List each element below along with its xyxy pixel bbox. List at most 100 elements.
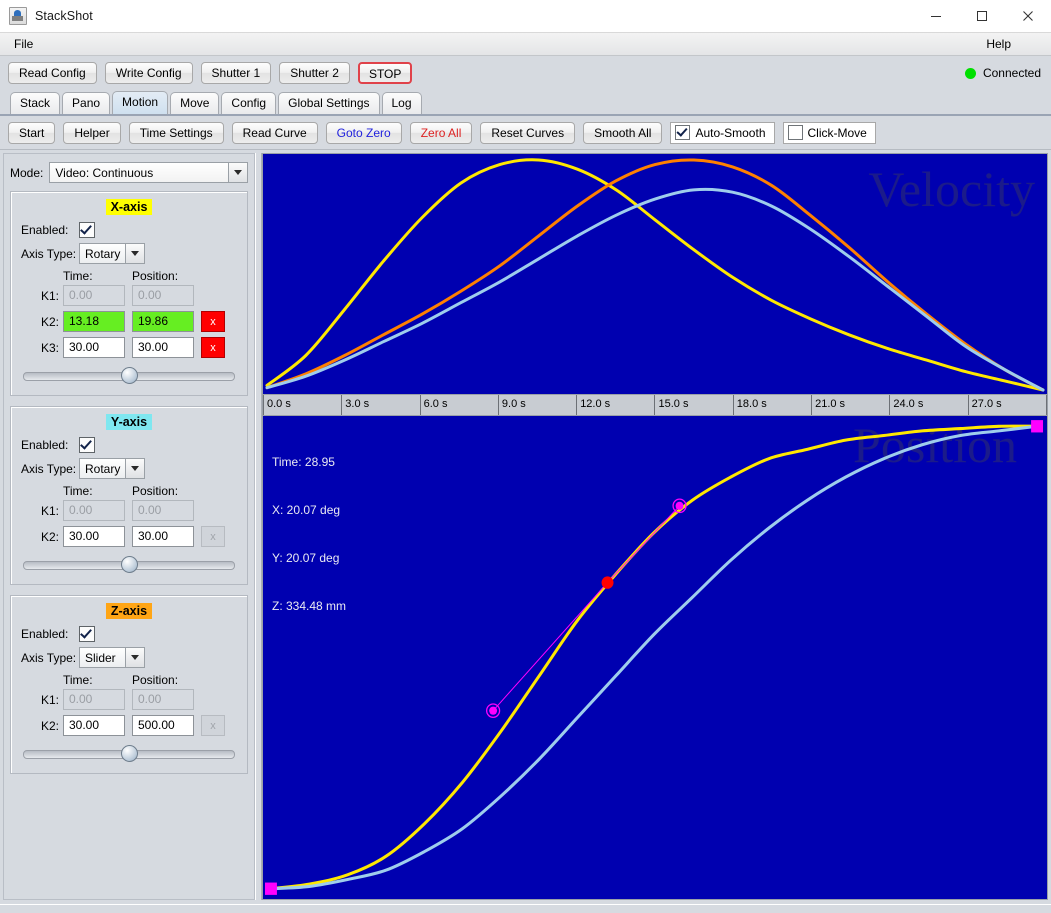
delete-keypoint-button[interactable]: x xyxy=(201,311,225,332)
keypoint-row: K2: 30.00 30.00 x xyxy=(21,526,237,547)
zero-all-button[interactable]: Zero All xyxy=(409,121,473,144)
smooth-all-button[interactable]: Smooth All xyxy=(583,121,663,144)
write-config-button[interactable]: Write Config xyxy=(104,62,193,84)
time-tick: 21.0 s xyxy=(812,395,891,415)
status-badge: Connected xyxy=(982,66,1041,80)
axis-type-select[interactable]: Rotary xyxy=(79,243,145,264)
keypoint-time-field[interactable]: 30.00 xyxy=(63,337,125,358)
keypoint-label: K2: xyxy=(40,718,59,733)
delete-keypoint-button[interactable]: x xyxy=(201,526,225,547)
maximize-icon[interactable] xyxy=(959,0,1005,32)
start-endpoint[interactable] xyxy=(264,882,277,895)
keypoint-position-field[interactable]: 0.00 xyxy=(132,285,194,306)
main-content: Mode: Video: Continuous X-axis Enabled: Ax… xyxy=(0,150,1051,904)
time-column-header: Time: xyxy=(63,484,93,498)
slider-thumb[interactable] xyxy=(121,745,138,762)
shutter-1-button[interactable]: Shutter 1 xyxy=(200,62,272,84)
main-toolbar: Read Config Write Config Shutter 1 Shutt… xyxy=(0,56,1051,90)
axis-type-row: Axis Type: Rotary xyxy=(21,243,237,264)
keypoint-row: K1: 0.00 0.00 xyxy=(21,500,237,521)
axis-enabled-checkbox[interactable] xyxy=(79,626,95,642)
time-column-header: Time: xyxy=(63,673,93,687)
axis-type-row: Axis Type: Slider xyxy=(21,647,237,668)
time-tick: 12.0 s xyxy=(577,395,656,415)
position-curves xyxy=(264,420,1044,895)
keypoint-time-field[interactable]: 0.00 xyxy=(63,285,125,306)
minimize-icon[interactable] xyxy=(913,0,959,32)
tab-move[interactable]: Move xyxy=(170,92,220,114)
tab-pano[interactable]: Pano xyxy=(62,92,111,114)
keypoint-position-field[interactable]: 500.00 xyxy=(132,715,194,736)
helper-button[interactable]: Helper xyxy=(63,121,121,144)
axis-type-label: Axis Type: xyxy=(21,246,77,261)
tab-global-settings[interactable]: Global Settings xyxy=(278,92,380,114)
keypoint-time-field[interactable]: 0.00 xyxy=(63,689,125,710)
axis-enabled-checkbox[interactable] xyxy=(79,222,95,238)
velocity-curves xyxy=(265,158,1045,392)
axis-type-select[interactable]: Slider xyxy=(79,647,145,668)
selected-keypoint[interactable] xyxy=(601,576,614,589)
time-settings-button[interactable]: Time Settings xyxy=(128,121,224,144)
tangent-handle-out[interactable] xyxy=(675,501,684,510)
shutter-2-button[interactable]: Shutter 2 xyxy=(279,62,350,84)
tab-motion[interactable]: Motion xyxy=(112,91,169,114)
tangent-line xyxy=(607,505,680,583)
read-curve-button[interactable]: Read Curve xyxy=(231,121,318,144)
position-column-header: Position: xyxy=(132,673,179,687)
auto-smooth-checkbox[interactable]: Auto-Smooth xyxy=(670,121,775,144)
panel-splitter[interactable] xyxy=(255,153,262,900)
reset-curves-button[interactable]: Reset Curves xyxy=(480,121,576,144)
time-tick: 3.0 s xyxy=(342,395,421,415)
keypoint-position-field[interactable]: 30.00 xyxy=(132,526,194,547)
menu-file[interactable]: File xyxy=(10,35,37,53)
end-endpoint[interactable] xyxy=(1031,420,1044,433)
window-controls xyxy=(913,0,1051,32)
goto-zero-button[interactable]: Goto Zero xyxy=(325,121,402,144)
position-plot[interactable]: Position Time: 28.95 X: 20.07 deg Y: 20.… xyxy=(262,415,1048,900)
keypoint-time-field[interactable]: 30.00 xyxy=(63,715,125,736)
keypoint-position-field[interactable]: 0.00 xyxy=(132,500,194,521)
axis-position-slider[interactable] xyxy=(23,556,235,574)
tangent-line xyxy=(492,582,608,712)
time-axis-ruler: 0.0 s 3.0 s 6.0 s 9.0 s 12.0 s 15.0 s 18.0 s 21… xyxy=(262,395,1048,415)
keypoint-time-field[interactable]: 30.00 xyxy=(63,526,125,547)
close-icon[interactable] xyxy=(1005,0,1051,32)
click-move-label: Click-Move xyxy=(807,125,867,140)
slider-thumb[interactable] xyxy=(121,367,138,384)
keypoint-position-field[interactable]: 0.00 xyxy=(132,689,194,710)
axis-type-select[interactable]: Rotary xyxy=(79,458,145,479)
start-button[interactable]: Start xyxy=(8,121,56,144)
connection-status: Connected xyxy=(964,66,1041,80)
delete-keypoint-button[interactable]: x xyxy=(201,715,225,736)
axis-enabled-checkbox[interactable] xyxy=(79,437,95,453)
keypoint-position-field[interactable]: 19.86 xyxy=(132,311,194,332)
mode-select[interactable]: Video: Continuous xyxy=(49,162,248,183)
delete-keypoint-button[interactable]: x xyxy=(201,337,225,358)
menu-help[interactable]: Help xyxy=(982,35,1015,53)
slider-thumb[interactable] xyxy=(121,556,138,573)
enabled-label: Enabled: xyxy=(21,438,69,452)
axis-position-slider[interactable] xyxy=(23,367,235,385)
stop-button[interactable]: STOP xyxy=(357,62,413,84)
axis-position-slider[interactable] xyxy=(23,745,235,763)
keypoint-position-field[interactable]: 30.00 xyxy=(132,337,194,358)
enabled-row: Enabled: xyxy=(21,437,237,453)
tab-config[interactable]: Config xyxy=(221,92,277,114)
status-indicator-dot xyxy=(964,67,976,79)
keypoint-row: K3: 30.00 30.00 x xyxy=(21,337,237,358)
read-config-button[interactable]: Read Config xyxy=(8,62,97,84)
click-move-checkbox[interactable]: Click-Move xyxy=(782,121,876,144)
tab-strip: Stack Pano Motion Move Config Global Settings… xyxy=(0,90,1051,116)
velocity-plot[interactable]: Velocity xyxy=(262,153,1048,395)
axis-type-value: Slider xyxy=(85,650,116,665)
time-tick: 27.0 s xyxy=(969,395,1047,415)
tab-stack[interactable]: Stack xyxy=(10,92,61,114)
column-headers: Time: Position: xyxy=(21,269,237,283)
keypoint-label: K2: xyxy=(40,529,59,544)
axis-type-row: Axis Type: Rotary xyxy=(21,458,237,479)
keypoint-time-field[interactable]: 13.18 xyxy=(63,311,125,332)
tangent-handle-in[interactable] xyxy=(489,706,498,715)
tab-log[interactable]: Log xyxy=(381,92,422,114)
keypoint-time-field[interactable]: 0.00 xyxy=(63,500,125,521)
readout-z: Z: 334.48 mm xyxy=(272,599,347,613)
